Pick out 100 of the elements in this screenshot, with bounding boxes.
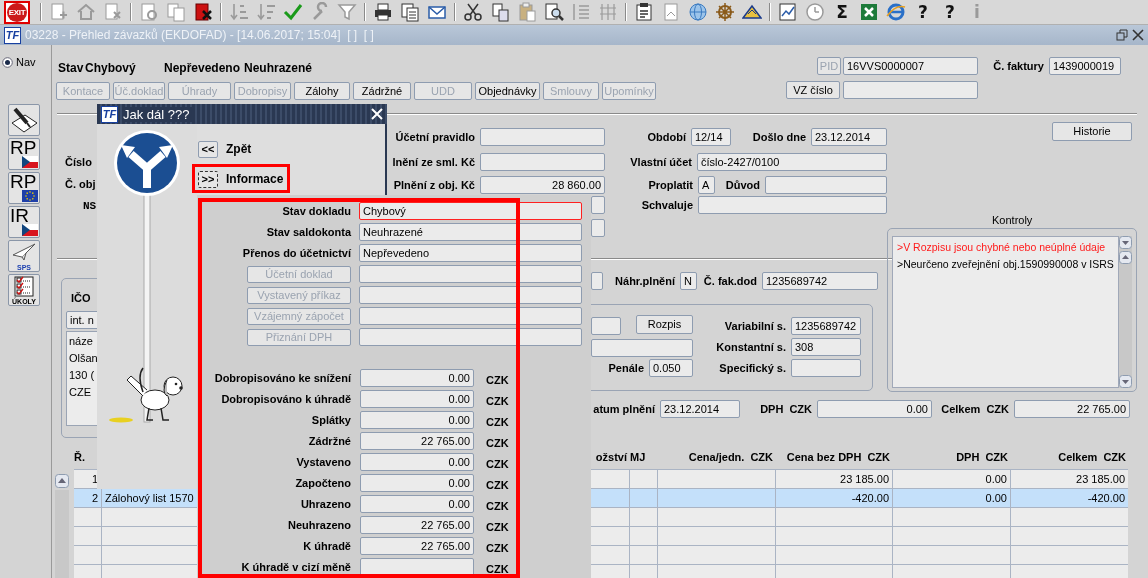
sum-button[interactable]: Σ	[832, 2, 852, 22]
text-field[interactable]	[591, 339, 693, 357]
text-field[interactable]	[480, 128, 605, 146]
back-button[interactable]: <<	[198, 141, 218, 158]
text-field[interactable]	[359, 286, 582, 304]
field-label: Náhr.plnění	[615, 274, 675, 289]
text-field[interactable]: Chybový	[359, 202, 582, 220]
amount-field[interactable]: 22 765.00	[360, 516, 474, 534]
text-field[interactable]: Neuhrazené	[359, 223, 582, 241]
text-field[interactable]: 28 860.00	[480, 176, 605, 194]
tab-button[interactable]: Zálohy	[294, 82, 350, 100]
scroll-down-button[interactable]	[1119, 375, 1132, 388]
scroll-down-button[interactable]	[1119, 236, 1132, 249]
check-message[interactable]: >Neurčeno zveřejnění obj.1590990008 v ISRS	[897, 256, 1114, 273]
text-field[interactable]: 16VVS0000007	[843, 57, 978, 75]
help-button[interactable]: ?	[913, 2, 933, 22]
text-field[interactable]: 23.12.2014	[660, 400, 740, 418]
vz-button[interactable]: VZ číslo	[786, 81, 840, 99]
text-field[interactable]	[359, 265, 582, 283]
tab-button[interactable]: Objednávky	[475, 82, 540, 100]
documents-icon[interactable]	[400, 2, 420, 22]
transfer-status: Nepřevedeno	[164, 61, 241, 75]
exit-button[interactable]: EXIT	[4, 0, 30, 24]
browser-icon[interactable]	[886, 2, 906, 22]
text-field[interactable]: Nepřevedeno	[359, 244, 582, 262]
search-icon[interactable]	[544, 2, 564, 22]
field-label: Účetní pravidlo	[395, 130, 475, 145]
copy-icon[interactable]	[490, 2, 510, 22]
clipboard-icon[interactable]	[634, 2, 654, 22]
tab-button[interactable]: Zádržné	[353, 82, 411, 100]
ship-wheel-icon[interactable]	[715, 2, 735, 22]
table-cell	[591, 470, 629, 488]
text-field[interactable]	[359, 328, 582, 346]
text-field[interactable]	[591, 317, 621, 335]
ir-button[interactable]: IR	[8, 206, 40, 238]
text-field[interactable]	[591, 219, 605, 237]
status-value: Chybový	[85, 61, 136, 75]
table-cell: 0.00	[893, 489, 1010, 507]
amount-field[interactable]: 22 765.00	[360, 537, 474, 555]
currency-label: CZK	[486, 519, 509, 533]
field-label: atum plnění	[593, 402, 655, 417]
text-field[interactable]	[591, 196, 605, 214]
amount-field[interactable]: 0.00	[360, 453, 474, 471]
text-field[interactable]	[591, 272, 603, 290]
text-field[interactable]	[765, 176, 887, 194]
unit-label: CZK	[750, 451, 773, 463]
printer-icon[interactable]	[373, 2, 393, 22]
restore-icon[interactable]	[1116, 29, 1128, 41]
amount-field[interactable]: 0.00	[360, 474, 474, 492]
mountain-icon[interactable]	[742, 2, 762, 22]
field-label: Vlastní účet	[630, 155, 692, 170]
pen-paper-button[interactable]	[8, 104, 40, 136]
text-field[interactable]: 22 765.00	[1014, 400, 1130, 418]
amount-field[interactable]: 0.00	[360, 495, 474, 513]
text-field[interactable]	[791, 359, 861, 377]
scroll-up-button[interactable]	[1119, 251, 1132, 264]
text-field[interactable]: 0.00	[817, 400, 932, 418]
close-icon[interactable]	[1132, 29, 1144, 41]
amount-field[interactable]: 0.00	[360, 390, 474, 408]
table-cell	[630, 508, 657, 526]
field-label: NS	[83, 199, 97, 214]
amount-field[interactable]: 0.00	[360, 411, 474, 429]
text-field[interactable]: A	[698, 176, 715, 194]
rp-button[interactable]: RP	[8, 172, 40, 204]
globe-icon[interactable]	[688, 2, 708, 22]
text-field[interactable]: 0.050	[649, 359, 693, 377]
field-label: lnění ze sml. Kč	[392, 155, 475, 170]
amount-field[interactable]: 22 765.00	[360, 432, 474, 450]
window-title: 03228 - Přehled závazků (EKDOFAD) - [14.06.2017; 15:04] [ ] [ ]	[25, 28, 375, 42]
text-field[interactable]: číslo-2427/0100	[697, 153, 887, 171]
text-field[interactable]: 12/14	[691, 128, 731, 146]
column-header: Cena/jedn.	[688, 451, 745, 463]
chart-icon[interactable]	[778, 2, 798, 22]
rozpis-button[interactable]: Rozpis	[636, 315, 693, 334]
text-field[interactable]: 1235689742	[762, 272, 878, 290]
scroll-up-button[interactable]	[55, 474, 69, 488]
pen-paper-icon	[9, 105, 39, 135]
text-field[interactable]: 1235689742	[791, 317, 861, 335]
text-field[interactable]	[480, 153, 605, 171]
radio-button[interactable]	[2, 56, 13, 68]
checkmark-icon[interactable]	[283, 2, 303, 22]
field-label: Konstantní s.	[716, 340, 786, 355]
text-field[interactable]: N	[680, 272, 697, 290]
help-button[interactable]: ?	[940, 2, 960, 22]
text-field[interactable]	[698, 196, 887, 214]
amount-field[interactable]: 0.00	[360, 369, 474, 387]
text-field[interactable]: 308	[791, 338, 861, 356]
text-field[interactable]	[843, 81, 978, 99]
rp-button[interactable]: RP	[8, 138, 40, 170]
delete-document-icon[interactable]	[193, 2, 213, 22]
info-button[interactable]: >>	[198, 171, 218, 188]
spreadsheet-icon[interactable]	[859, 2, 879, 22]
text-field[interactable]	[359, 307, 582, 325]
field-label: Číslo	[65, 155, 92, 170]
scissors-icon[interactable]	[463, 2, 483, 22]
text-field[interactable]: 1439000019	[1049, 57, 1121, 75]
column-header: DPH	[956, 451, 980, 463]
text-field[interactable]: 23.12.2014	[811, 128, 887, 146]
history-button[interactable]: Historie	[1052, 122, 1132, 141]
currency-label: CZK	[486, 477, 509, 491]
